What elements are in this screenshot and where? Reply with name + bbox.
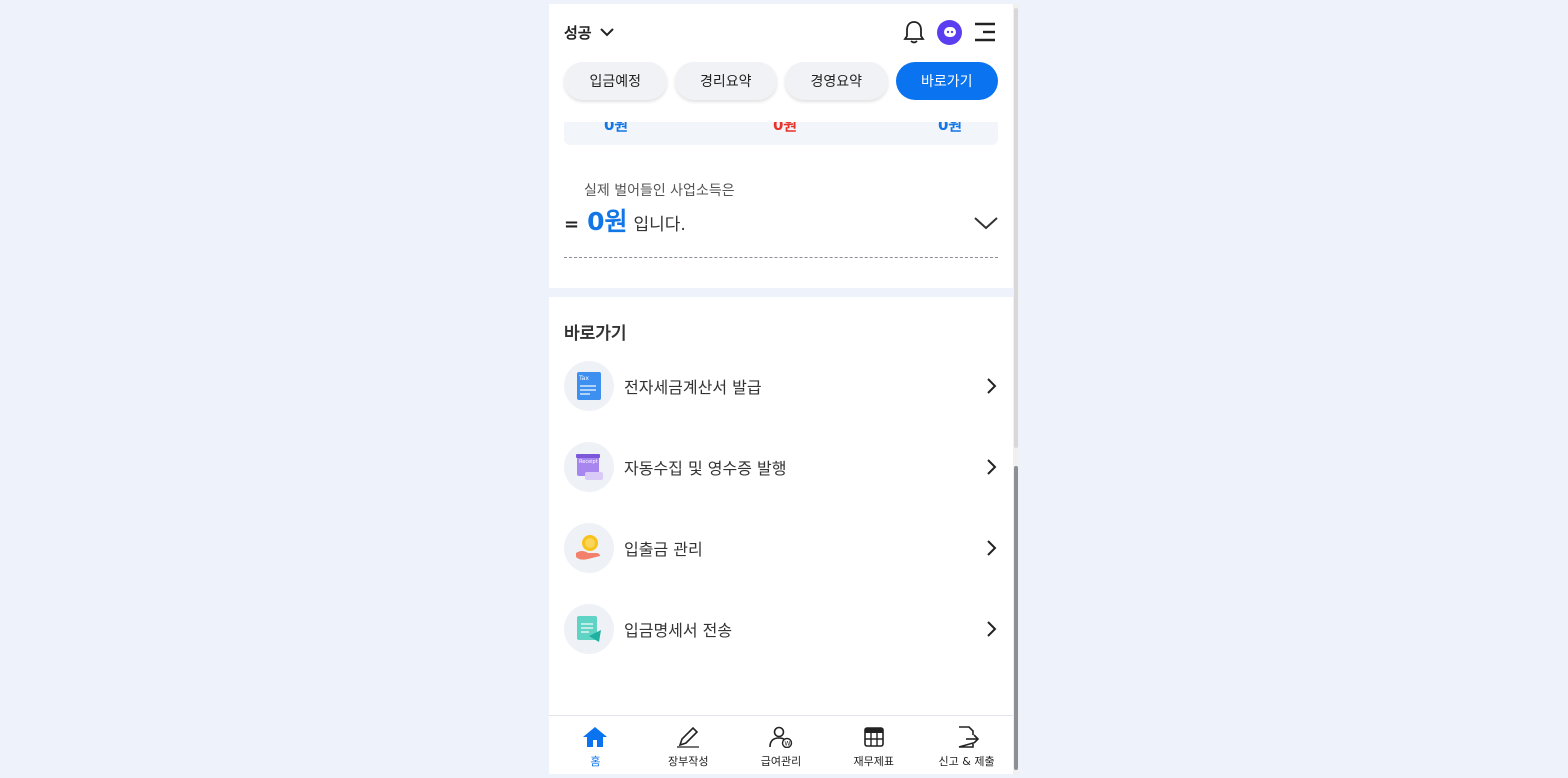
nav-label: 신고 & 제출	[938, 755, 995, 768]
chatbot-avatar-icon[interactable]	[937, 19, 962, 45]
nav-bookkeeping[interactable]: 장부작성	[642, 716, 735, 774]
app-screen: 0원 0원 0원 실제 벌어들인 사업소득은 = 0원 입니다. 성공 입금예정…	[549, 4, 1013, 774]
nav-label: 홈	[590, 755, 601, 768]
divider	[564, 257, 998, 258]
chevron-right-icon	[984, 620, 998, 638]
income-suffix: 입니다.	[633, 215, 686, 235]
shortcut-cash-management[interactable]: 입출금 관리	[564, 522, 998, 574]
tab-management-summary[interactable]: 경영요약	[785, 62, 888, 100]
summary-value-1: 0원	[604, 122, 629, 134]
receipt-icon: Receipt	[564, 442, 614, 492]
pencil-icon	[675, 726, 701, 752]
tab-deposit-scheduled[interactable]: 입금예정	[564, 62, 667, 100]
summary-value-2: 0원	[773, 122, 798, 134]
expand-chevron-icon[interactable]	[973, 212, 999, 234]
shortcut-label: 입출금 관리	[624, 540, 703, 559]
nav-label: 급여관리	[760, 755, 802, 768]
business-name: 성공	[564, 23, 592, 42]
nav-payroll[interactable]: W 급여관리	[735, 716, 828, 774]
home-icon	[582, 726, 608, 752]
tab-shortcuts[interactable]: 바로가기	[895, 62, 998, 100]
bell-icon[interactable]	[901, 19, 927, 45]
tab-bar: 입금예정 경리요약 경영요약 바로가기	[549, 62, 1013, 104]
income-row: = 0원 입니다.	[564, 202, 686, 238]
summary-value-3: 0원	[938, 122, 963, 134]
income-label: 실제 벌어들인 사업소득은	[584, 183, 735, 199]
business-selector[interactable]: 성공	[564, 22, 614, 43]
nav-label: 재무제표	[853, 755, 895, 768]
shortcut-tax-invoice[interactable]: Tax 전자세금계산서 발급	[564, 360, 998, 412]
income-amount: 0원	[587, 207, 628, 236]
scrollbar-thumb[interactable]	[1014, 466, 1018, 770]
header-actions	[901, 19, 998, 45]
section-title: 바로가기	[564, 324, 627, 344]
shortcuts-panel: 바로가기 Tax 전자세금계산서 발급 Receipt 자동수집 및 영수증 발…	[549, 297, 1013, 774]
chevron-down-icon	[599, 23, 614, 41]
nav-label: 장부작성	[667, 755, 709, 768]
shortcut-label: 입금명세서 전송	[624, 621, 733, 640]
nav-financial-statements[interactable]: 재무제표	[827, 716, 920, 774]
chevron-right-icon	[984, 458, 998, 476]
tax-invoice-icon: Tax	[564, 361, 614, 411]
deposit-statement-icon	[564, 604, 614, 654]
svg-text:Receipt: Receipt	[579, 459, 598, 465]
scrollbar-track-upper	[1014, 8, 1018, 448]
svg-text:Tax: Tax	[578, 375, 589, 382]
svg-text:W: W	[784, 741, 790, 748]
chevron-right-icon	[984, 539, 998, 557]
header: 성공	[549, 4, 1013, 60]
chevron-right-icon	[984, 377, 998, 395]
nav-filing[interactable]: 신고 & 제출	[920, 716, 1013, 774]
tab-accounting-summary[interactable]: 경리요약	[674, 62, 777, 100]
shortcut-receipt[interactable]: Receipt 자동수집 및 영수증 발행	[564, 441, 998, 493]
summary-box: 0원 0원 0원	[564, 122, 998, 145]
table-icon	[861, 726, 887, 752]
nav-home[interactable]: 홈	[549, 716, 642, 774]
file-export-icon	[954, 726, 980, 752]
coin-hand-icon	[564, 523, 614, 573]
menu-icon[interactable]	[972, 19, 998, 45]
shortcut-label: 전자세금계산서 발급	[624, 378, 762, 397]
bottom-nav: 홈 장부작성 W 급여관리 재무제표 신고 & 제출	[549, 715, 1013, 774]
payroll-icon: W	[768, 726, 794, 752]
shortcut-label: 자동수집 및 영수증 발행	[624, 459, 787, 478]
equals-sign: =	[564, 214, 580, 235]
shortcut-deposit-statement[interactable]: 입금명세서 전송	[564, 603, 998, 655]
